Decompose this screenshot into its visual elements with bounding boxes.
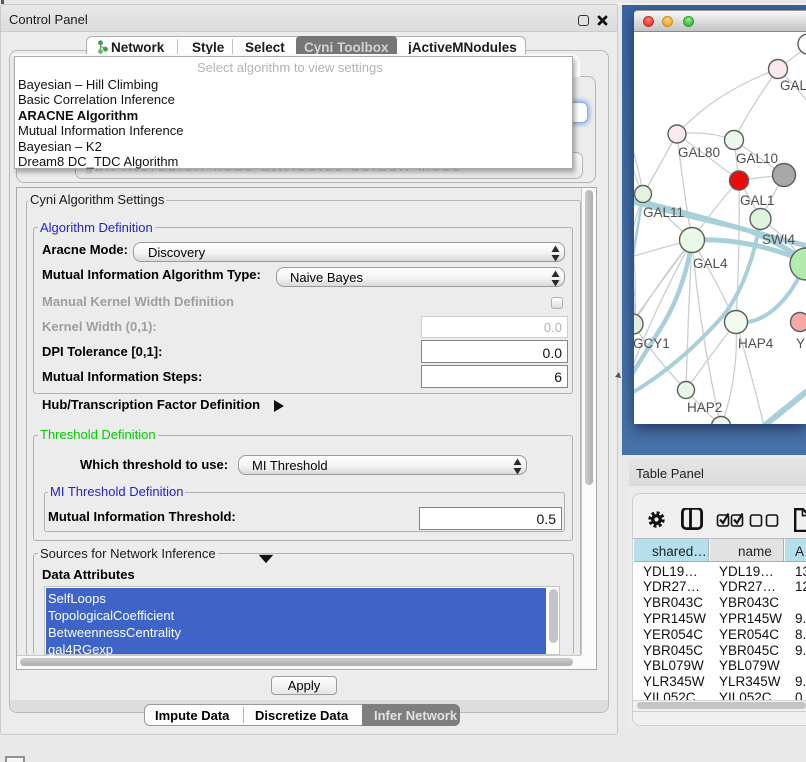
svg-text:GAL1: GAL1: [740, 193, 775, 208]
svg-text:GCY1: GCY1: [634, 336, 670, 351]
svg-text:GAL10: GAL10: [736, 151, 778, 166]
svg-text:HAP2: HAP2: [687, 400, 722, 415]
svg-text:Y: Y: [796, 336, 805, 351]
svg-text:GAL4: GAL4: [693, 256, 728, 271]
svg-text:GAL11: GAL11: [643, 205, 684, 220]
svg-text:SWI4: SWI4: [762, 232, 795, 247]
svg-text:GAL80: GAL80: [678, 145, 720, 160]
svg-text:GAL7: GAL7: [780, 78, 806, 93]
svg-text:HAP4: HAP4: [738, 336, 774, 351]
